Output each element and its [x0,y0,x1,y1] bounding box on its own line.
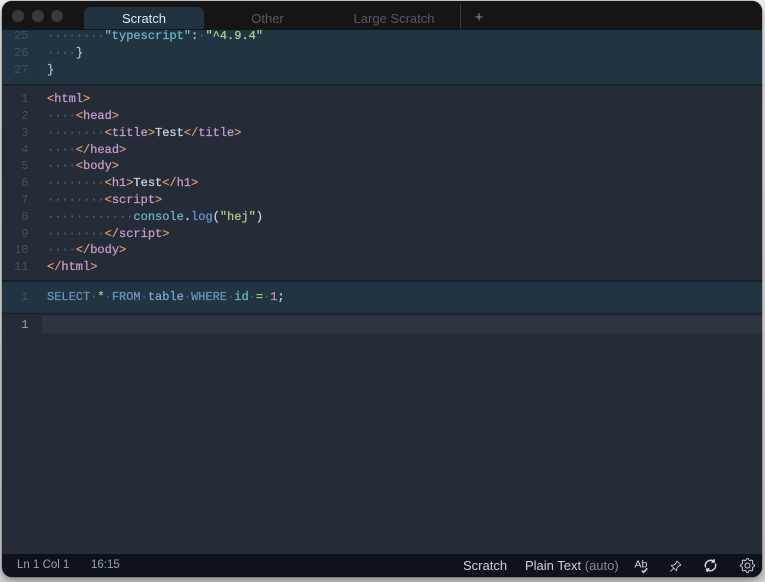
svg-text:Ab: Ab [635,559,648,571]
